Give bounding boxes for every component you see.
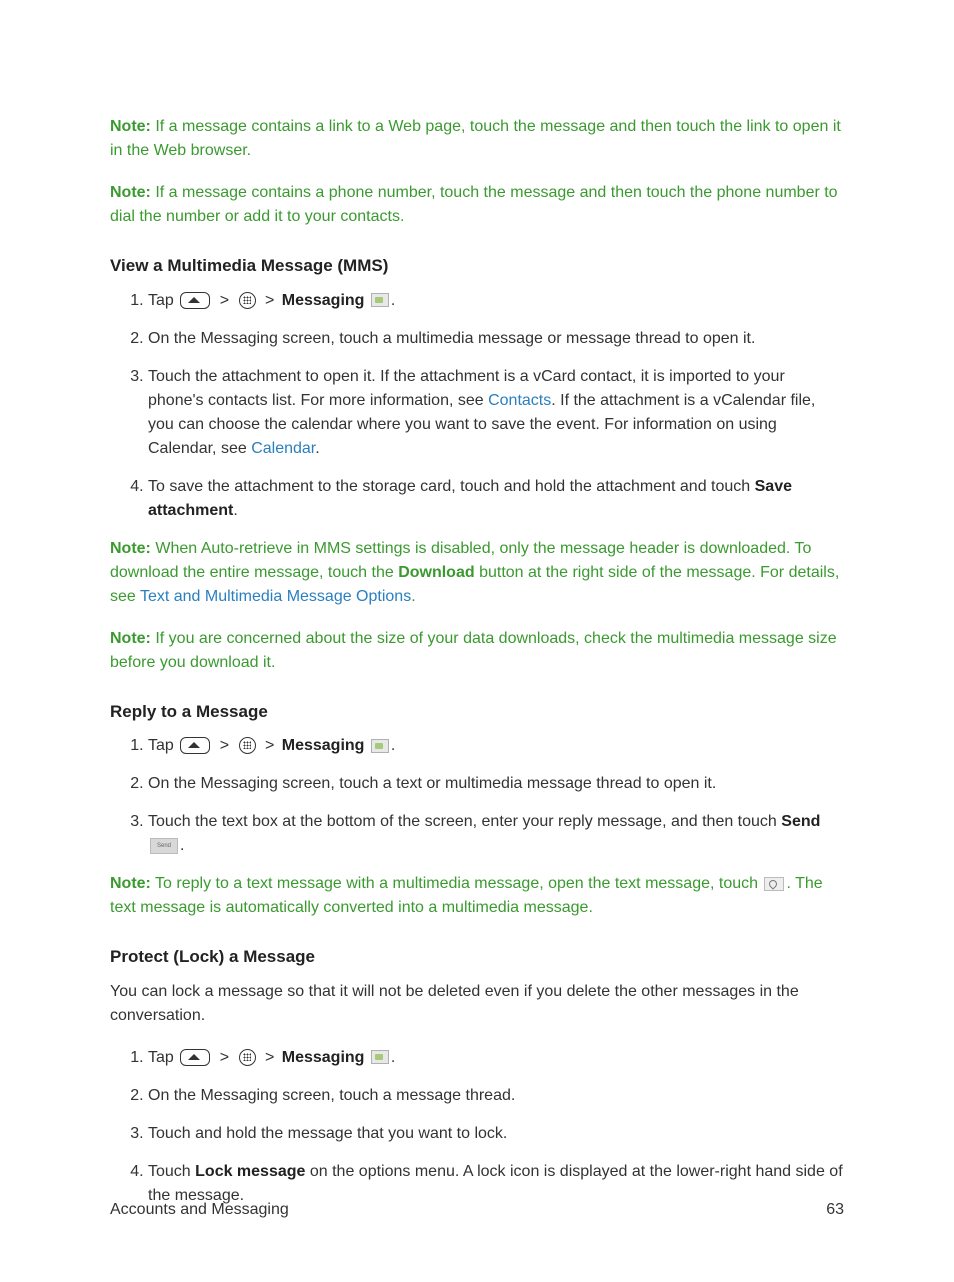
messaging-icon <box>371 293 389 307</box>
note-autoretrieve: Note: When Auto-retrieve in MMS settings… <box>110 537 844 609</box>
separator-gt: > <box>265 734 274 758</box>
step-save-attachment: To save the attachment to the storage ca… <box>148 475 844 523</box>
mms-options-link[interactable]: Text and Multimedia Message Options <box>140 588 411 605</box>
text-fragment: To reply to a text message with a multim… <box>151 875 763 892</box>
page-footer: Accounts and Messaging 63 <box>110 1198 844 1222</box>
home-icon <box>180 292 210 309</box>
note-reply-mms: Note: To reply to a text message with a … <box>110 872 844 920</box>
text-fragment: Touch <box>148 1163 195 1180</box>
note-label: Note: <box>110 630 151 647</box>
footer-page-number: 63 <box>826 1198 844 1222</box>
heading-reply: Reply to a Message <box>110 699 844 725</box>
heading-view-mms: View a Multimedia Message (MMS) <box>110 253 844 279</box>
text-period: . <box>391 292 395 309</box>
apps-icon <box>239 292 256 309</box>
apps-icon <box>239 1049 256 1066</box>
attachment-icon <box>764 877 784 891</box>
separator-gt: > <box>265 1046 274 1070</box>
text-fragment: . <box>315 440 319 457</box>
text-period: . <box>391 737 395 754</box>
messaging-label: Messaging <box>282 1049 365 1066</box>
step-tap-messaging: Tap > > Messaging . <box>148 1046 844 1070</box>
messaging-label: Messaging <box>282 737 365 754</box>
step-tap-messaging: Tap > > Messaging . <box>148 289 844 313</box>
note-weblink: Note: If a message contains a link to a … <box>110 115 844 163</box>
separator-gt: > <box>220 289 229 313</box>
text-period: . <box>391 1049 395 1066</box>
step-open-attachment: Touch the attachment to open it. If the … <box>148 365 844 461</box>
step-hold-message: Touch and hold the message that you want… <box>148 1122 844 1146</box>
text-tap: Tap <box>148 737 178 754</box>
separator-gt: > <box>265 289 274 313</box>
separator-gt: > <box>220 1046 229 1070</box>
note-datasize: Note: If you are concerned about the siz… <box>110 627 844 675</box>
lock-message-label: Lock message <box>195 1163 305 1180</box>
send-label: Send <box>781 813 820 830</box>
text-fragment: . <box>233 502 237 519</box>
separator-gt: > <box>220 734 229 758</box>
note-label: Note: <box>110 875 151 892</box>
apps-icon <box>239 737 256 754</box>
document-page: Note: If a message contains a link to a … <box>0 0 954 1282</box>
text-tap: Tap <box>148 1049 178 1066</box>
text-fragment: . <box>180 837 184 854</box>
step-open-thread: On the Messaging screen, touch a message… <box>148 1084 844 1108</box>
note-label: Note: <box>110 184 151 201</box>
note-text: If a message contains a phone number, to… <box>110 184 838 225</box>
heading-lock: Protect (Lock) a Message <box>110 944 844 970</box>
lock-intro: You can lock a message so that it will n… <box>110 980 844 1028</box>
step-open-thread: On the Messaging screen, touch a text or… <box>148 772 844 796</box>
step-open-thread: On the Messaging screen, touch a multime… <box>148 327 844 351</box>
home-icon <box>180 1049 210 1066</box>
messaging-label: Messaging <box>282 292 365 309</box>
step-type-reply: Touch the text box at the bottom of the … <box>148 810 844 858</box>
note-text: If you are concerned about the size of y… <box>110 630 837 671</box>
contacts-link[interactable]: Contacts <box>488 392 551 409</box>
step-tap-messaging: Tap > > Messaging . <box>148 734 844 758</box>
messaging-icon <box>371 739 389 753</box>
text-tap: Tap <box>148 292 178 309</box>
lock-steps-list: Tap > > Messaging . On the Messaging scr… <box>110 1046 844 1208</box>
download-button-label: Download <box>398 564 474 581</box>
note-text: If a message contains a link to a Web pa… <box>110 118 841 159</box>
text-fragment: To save the attachment to the storage ca… <box>148 478 755 495</box>
note-label: Note: <box>110 540 151 557</box>
text-fragment: Touch the text box at the bottom of the … <box>148 813 781 830</box>
send-button-icon: Send <box>150 838 178 854</box>
note-phonenumber: Note: If a message contains a phone numb… <box>110 181 844 229</box>
calendar-link[interactable]: Calendar <box>251 440 315 457</box>
reply-steps-list: Tap > > Messaging . On the Messaging scr… <box>110 734 844 858</box>
messaging-icon <box>371 1050 389 1064</box>
home-icon <box>180 737 210 754</box>
mms-steps-list: Tap > > Messaging . On the Messaging scr… <box>110 289 844 523</box>
text-fragment: . <box>411 588 415 605</box>
note-label: Note: <box>110 118 151 135</box>
footer-section: Accounts and Messaging <box>110 1198 289 1222</box>
